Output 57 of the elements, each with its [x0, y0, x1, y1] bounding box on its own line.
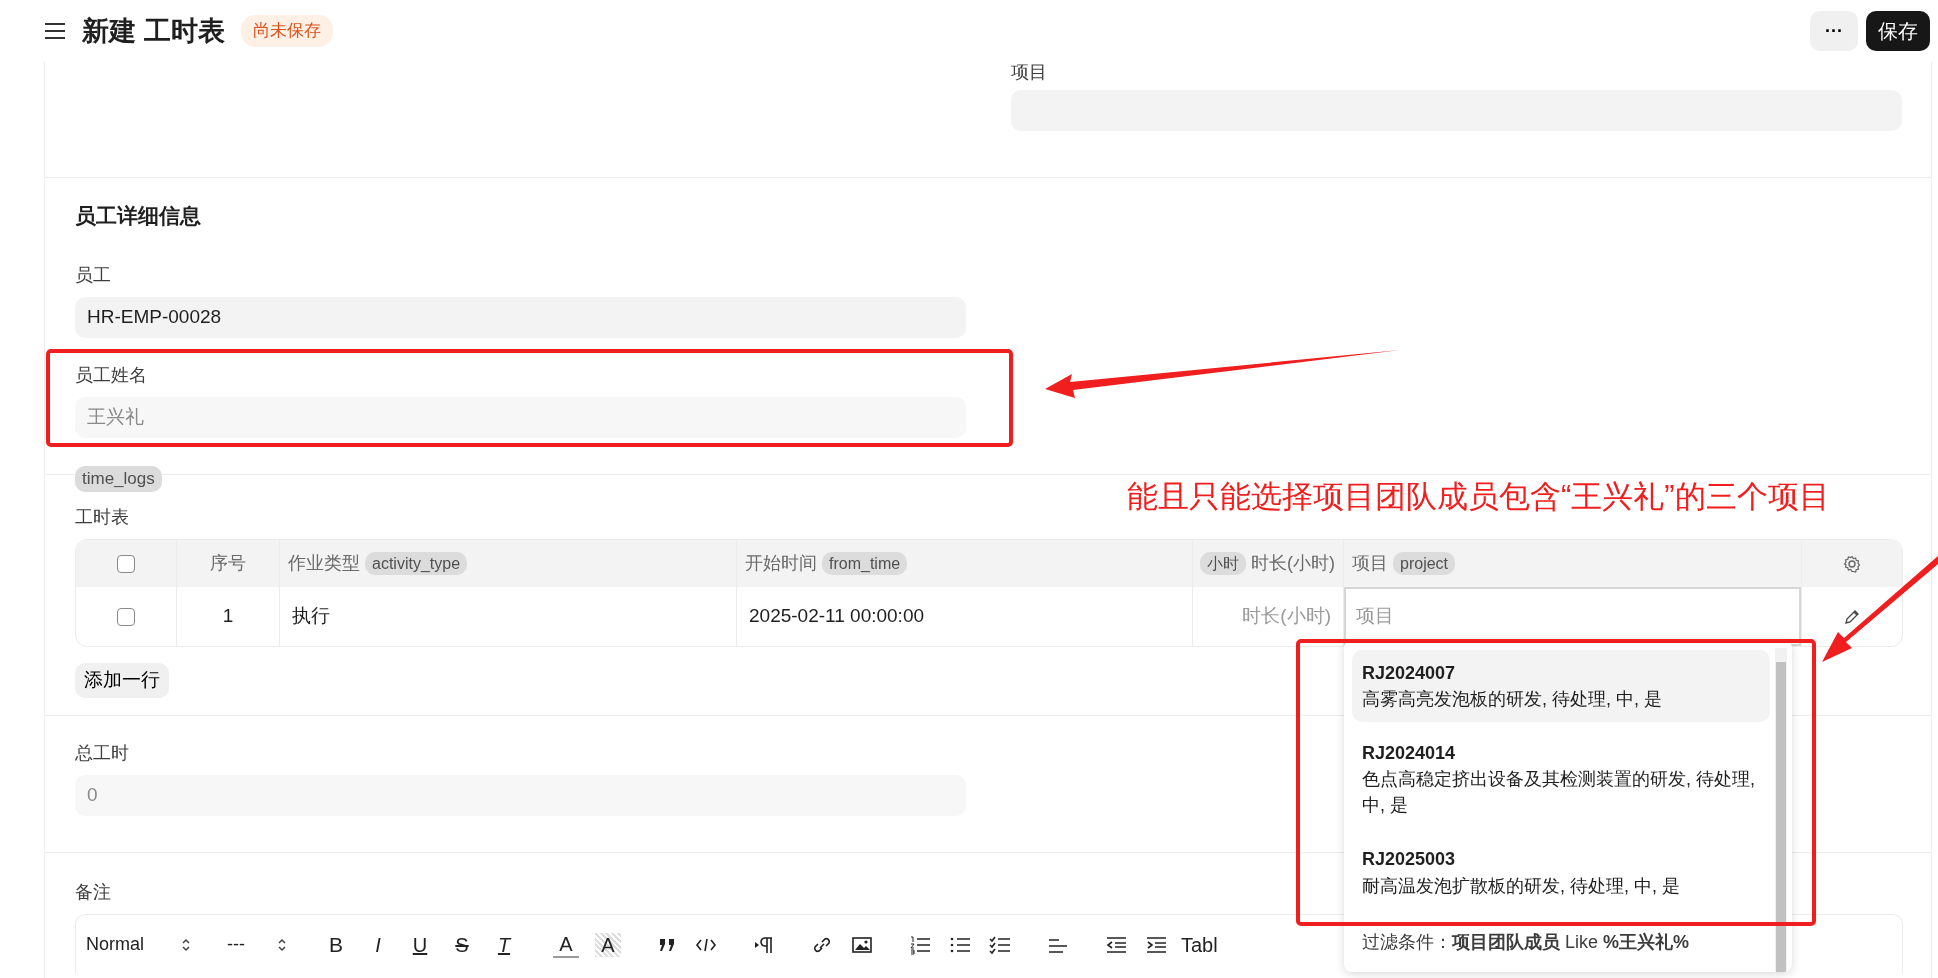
clear-format-button[interactable]: T: [491, 929, 517, 960]
table-button[interactable]: Tabl: [1181, 929, 1218, 960]
column-header: 项目: [1352, 552, 1388, 575]
field-label: 员工姓名: [75, 363, 147, 387]
filter-text: 过滤条件：项目团队成员 Like %王兴礼%: [1361, 930, 1691, 954]
paragraph-icon[interactable]: [753, 934, 775, 955]
input-field: 王兴礼: [75, 396, 966, 438]
page-title: 新建 工时表: [82, 14, 225, 48]
outdent-icon[interactable]: [1105, 934, 1127, 955]
input-field[interactable]: HR-EMP-00028: [75, 296, 966, 338]
table-cell-text: 执行: [292, 604, 330, 629]
input-field: 0: [75, 775, 966, 816]
dropdown-item[interactable]: RJ2024007 高雾高亮发泡板的研发, 待处理, 中, 是: [1352, 650, 1770, 723]
field-tag: activity_type: [365, 551, 468, 576]
highlight-button[interactable]: A: [595, 932, 621, 957]
column-header: 时长(小时): [1251, 552, 1335, 575]
strikethrough-button[interactable]: S: [449, 929, 475, 960]
bold-button[interactable]: B: [323, 929, 349, 960]
select-arrows-icon: [277, 937, 287, 952]
indent-icon[interactable]: [1145, 934, 1167, 955]
field-tag: project: [1393, 551, 1456, 576]
numbered-list-icon[interactable]: [909, 934, 931, 955]
annotation-text: 能且只能选择项目团队成员包含“王兴礼”的三个项目: [1127, 478, 1830, 516]
status-badge: 尚未保存: [240, 15, 333, 47]
save-button[interactable]: 保存: [1866, 11, 1930, 51]
dropdown-item[interactable]: RJ2024014 色点高稳定挤出设备及其检测装置的研发, 待处理, 中, 是: [1352, 730, 1770, 829]
field-label: 备注: [75, 881, 111, 904]
column-header: 序号: [210, 552, 246, 575]
add-row-button[interactable]: 添加一行: [75, 663, 169, 698]
column-header: 开始时间: [745, 552, 817, 575]
field-tag: 小时: [1200, 551, 1246, 576]
dropdown-select[interactable]: ---: [227, 929, 287, 960]
checklist-icon[interactable]: [989, 934, 1011, 955]
field-label: 员工: [75, 263, 111, 287]
field-label: 项目: [1011, 62, 1047, 82]
checkbox[interactable]: [117, 554, 135, 573]
more-button[interactable]: ···: [1810, 11, 1858, 51]
image-icon[interactable]: [851, 934, 873, 955]
table-cell-text: 2025-02-11 00:00:00: [749, 604, 925, 629]
dropdown-item[interactable]: RJ2025003 耐高温发泡扩散板的研发, 待处理, 中, 是: [1352, 836, 1770, 909]
menu-icon[interactable]: [44, 22, 66, 40]
section-title: 员工详细信息: [75, 203, 202, 229]
field-tag: time_logs: [75, 466, 162, 493]
dropdown-select[interactable]: Normal: [86, 929, 191, 960]
column-header: 作业类型: [288, 552, 360, 575]
settings-icon[interactable]: [1843, 554, 1861, 573]
edit-icon[interactable]: [1844, 608, 1860, 625]
underline-button[interactable]: U: [407, 929, 433, 960]
field-label: 工时表: [75, 506, 129, 529]
select-arrows-icon: [181, 937, 191, 952]
scrollbar[interactable]: [1775, 648, 1787, 972]
field-label: 总工时: [75, 742, 129, 765]
italic-button[interactable]: I: [365, 929, 391, 960]
field-tag: from_time: [822, 551, 908, 576]
checkbox[interactable]: [117, 607, 135, 626]
table-cell-text: 1: [222, 604, 234, 629]
text-color-button[interactable]: A: [553, 931, 579, 958]
